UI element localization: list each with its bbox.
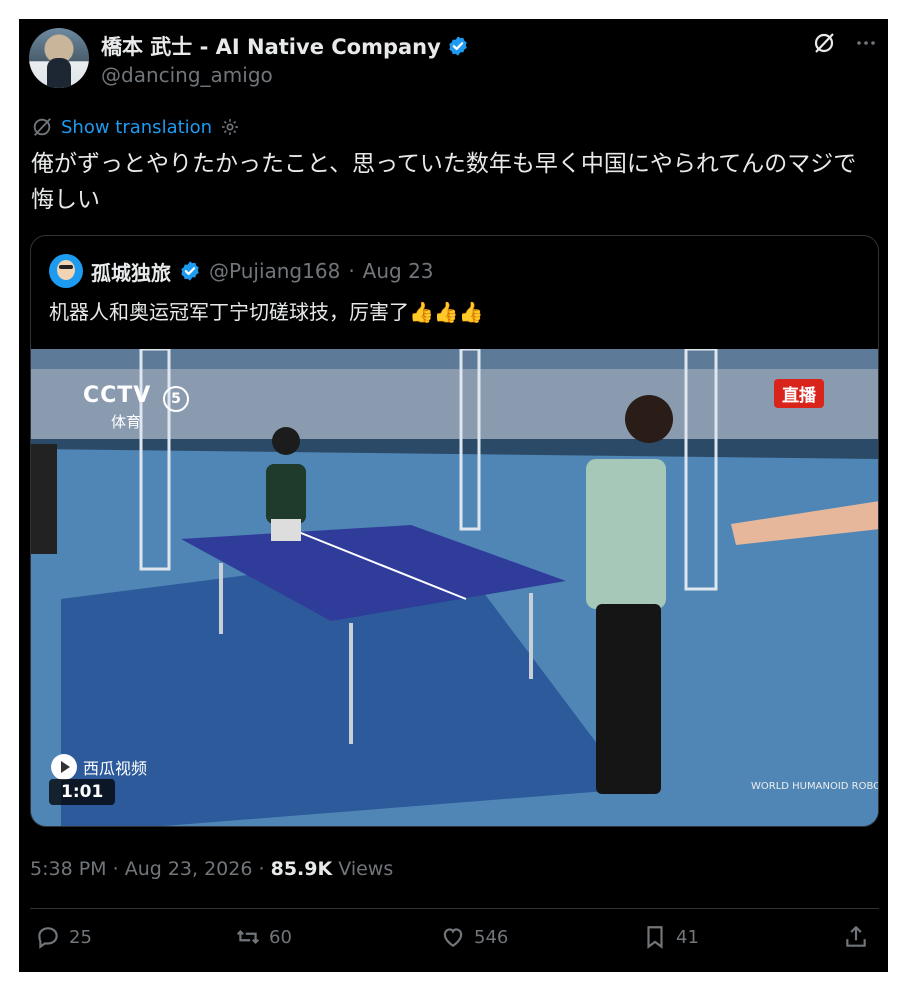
tweet-text: 俺がずっとやりたかったこと、思っていた数年も早く中国にやられてんのマジで悔しい: [31, 151, 857, 213]
verified-badge-icon: [181, 261, 199, 281]
meta-separator: ·: [258, 858, 265, 880]
verified-badge-icon: [449, 36, 467, 56]
svg-text:WORLD HUMANOID ROBOT GAMES: WORLD HUMANOID ROBOT GAMES: [751, 781, 879, 792]
watermark: 西瓜视频: [51, 754, 147, 780]
author-avatar[interactable]: [29, 28, 89, 88]
tweet-time[interactable]: 5:38 PM: [30, 858, 107, 880]
video-thumbnail: WORLD HUMANOID ROBOT GAMES: [31, 349, 879, 826]
meta-separator: ·: [112, 858, 119, 880]
translation-row: Show translation: [31, 116, 240, 138]
repost-count: 60: [269, 926, 292, 948]
bookmark-icon: [647, 926, 663, 949]
grok-translate-icon: [33, 118, 51, 136]
quoted-text: 机器人和奥运冠军丁宁切磋球技，厉害了👍👍👍: [49, 300, 484, 324]
author-name[interactable]: 橋本 武士 - AI Native Company: [101, 31, 441, 61]
divider: [30, 908, 879, 909]
quoted-avatar[interactable]: [49, 254, 83, 288]
settings-gear-icon[interactable]: [220, 117, 240, 137]
show-translation-link[interactable]: Show translation: [61, 117, 212, 138]
heart-icon: [443, 928, 463, 947]
top-right-controls: [812, 31, 878, 55]
video-player[interactable]: WORLD HUMANOID ROBOT GAMES CCTV 5 体育 直播 …: [31, 349, 879, 826]
video-duration: 1:01: [49, 779, 116, 805]
views-count: 85.9K: [270, 858, 333, 880]
share-button[interactable]: [843, 924, 869, 950]
quoted-author-handle[interactable]: @Pujiang168: [209, 259, 340, 283]
like-count: 546: [474, 926, 509, 948]
reply-button[interactable]: 25: [35, 924, 92, 950]
channel-number: 5: [163, 386, 189, 412]
reply-count: 25: [69, 926, 92, 948]
channel-logo: CCTV: [83, 383, 152, 408]
bookmark-button[interactable]: 41: [642, 924, 699, 950]
author-handle[interactable]: @dancing_amigo: [101, 63, 273, 87]
quoted-separator: ·: [348, 259, 355, 283]
quoted-author-name[interactable]: 孤城独旅: [91, 257, 171, 286]
watermark-text: 西瓜视频: [83, 759, 148, 778]
reply-icon: [38, 927, 58, 949]
like-button[interactable]: 546: [440, 924, 508, 950]
xigua-play-icon: [51, 754, 77, 780]
tweet-meta: 5:38 PM · Aug 23, 2026 · 85.9K Views: [30, 858, 393, 880]
bookmark-count: 41: [676, 926, 699, 948]
tweet-date[interactable]: Aug 23, 2026: [125, 858, 253, 880]
views-label: Views: [338, 858, 394, 880]
more-options-icon[interactable]: [854, 31, 878, 55]
quoted-tweet[interactable]: 孤城独旅 @Pujiang168 · Aug 23 机器人和奥运冠军丁宁切磋球技…: [30, 235, 879, 827]
quoted-date[interactable]: Aug 23: [363, 259, 434, 283]
live-badge: 直播: [774, 379, 824, 408]
repost-button[interactable]: 60: [235, 924, 292, 950]
share-icon: [846, 925, 866, 947]
quoted-header: 孤城独旅 @Pujiang168 · Aug 23: [49, 254, 434, 288]
repost-icon: [236, 930, 260, 944]
author-name-row: 橋本 武士 - AI Native Company: [101, 31, 469, 61]
action-bar: 25 60 546 41: [30, 924, 879, 964]
tweet-card: 橋本 武士 - AI Native Company @dancing_amigo…: [19, 19, 888, 972]
channel-sub: 体育: [111, 413, 142, 431]
grok-icon[interactable]: [812, 31, 836, 55]
